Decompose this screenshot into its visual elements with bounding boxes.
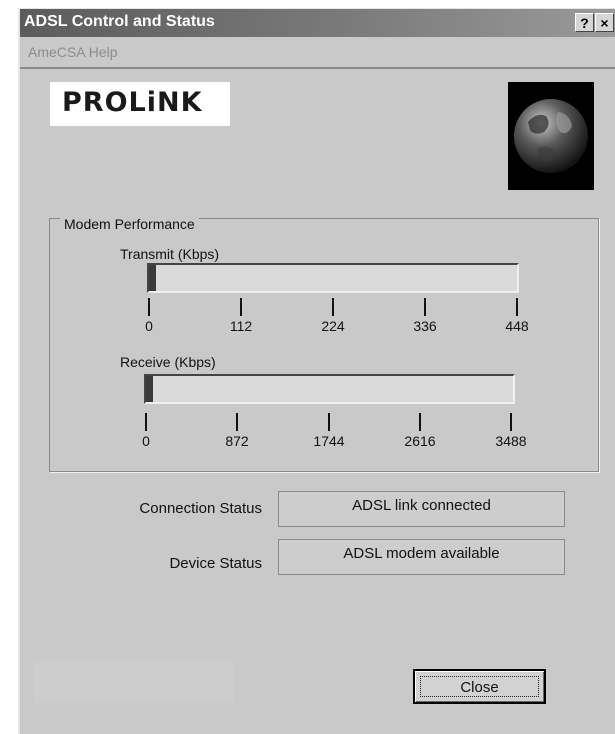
receive-meter-level xyxy=(146,376,153,402)
receive-label: Receive (Kbps) xyxy=(120,354,216,370)
receive-tick-label: 3488 xyxy=(495,433,527,449)
help-button[interactable]: ? xyxy=(575,13,594,32)
faded-panel xyxy=(34,661,234,703)
logo-text: PROLiNK xyxy=(62,87,203,118)
receive-tick xyxy=(236,413,238,431)
transmit-meter xyxy=(147,263,519,293)
receive-tick xyxy=(145,413,147,431)
group-label: Modem Performance xyxy=(60,216,199,232)
receive-tick-label: 2616 xyxy=(404,433,436,449)
title-bar[interactable]: ADSL Control and Status ? × xyxy=(20,9,615,37)
receive-scale: 0 872 1744 2616 3488 xyxy=(142,413,527,463)
menu-item-help[interactable]: AmeCSA Help xyxy=(28,44,117,60)
close-window-button[interactable]: × xyxy=(595,13,614,32)
transmit-tick-label: 112 xyxy=(229,318,253,334)
transmit-tick-label: 336 xyxy=(413,318,437,334)
prolink-logo: PROLiNK xyxy=(50,82,230,126)
globe-icon xyxy=(514,99,588,173)
transmit-label: Transmit (Kbps) xyxy=(120,246,220,262)
transmit-tick-label: 224 xyxy=(321,318,345,334)
transmit-tick xyxy=(424,298,426,316)
transmit-tick xyxy=(332,298,334,316)
transmit-tick xyxy=(148,298,150,316)
connection-status-field: ADSL link connected xyxy=(278,491,565,527)
receive-tick-label: 0 xyxy=(142,433,150,449)
receive-meter xyxy=(144,374,515,404)
menu-bar: AmeCSA Help xyxy=(20,37,615,69)
window-title: ADSL Control and Status xyxy=(24,13,215,30)
transmit-tick xyxy=(516,298,518,316)
device-status-field: ADSL modem available xyxy=(278,539,565,575)
receive-tick xyxy=(510,413,512,431)
connection-status-label: Connection Status xyxy=(139,500,262,517)
adsl-control-window: ADSL Control and Status ? × AmeCSA Help … xyxy=(18,8,615,734)
receive-tick xyxy=(328,413,330,431)
receive-tick-label: 1744 xyxy=(313,433,345,449)
globe-image xyxy=(508,82,594,190)
close-button[interactable]: Close xyxy=(413,669,546,704)
transmit-tick xyxy=(240,298,242,316)
transmit-meter-level xyxy=(149,265,156,291)
transmit-tick-label: 0 xyxy=(145,318,153,334)
close-button-label: Close xyxy=(420,676,539,697)
receive-tick xyxy=(419,413,421,431)
transmit-scale: 0 112 224 336 448 xyxy=(145,298,529,348)
device-status-label: Device Status xyxy=(169,555,262,572)
transmit-tick-label: 448 xyxy=(505,318,529,334)
receive-tick-label: 872 xyxy=(225,433,249,449)
